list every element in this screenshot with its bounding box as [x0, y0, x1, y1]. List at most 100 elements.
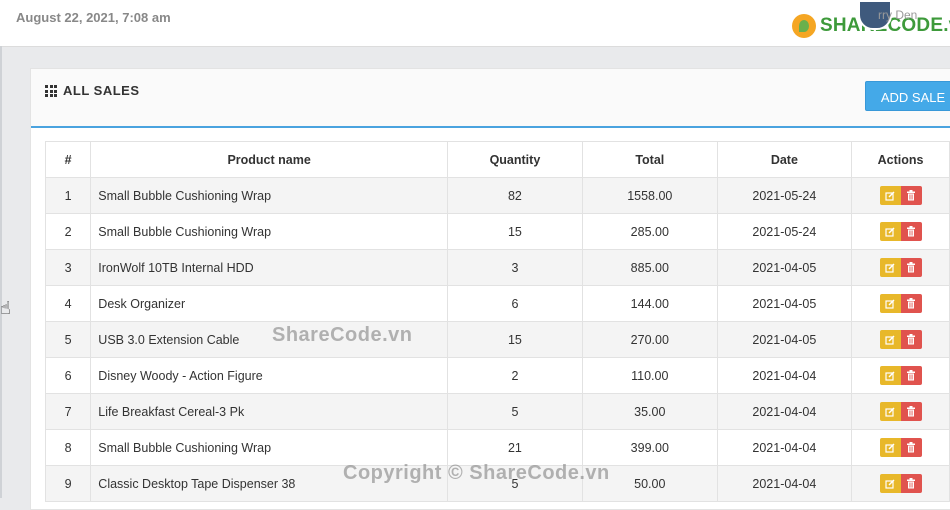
table-row: 3 IronWolf 10TB Internal HDD 3 885.00 2021-0…: [44, 249, 950, 286]
edit-button[interactable]: [879, 330, 901, 349]
table-row: 7 Life Breakfast Cereal-3 Pk 5 35.00 2021-04…: [44, 393, 950, 430]
delete-button[interactable]: [900, 186, 922, 205]
cell-product-name: IronWolf 10TB Internal HDD: [90, 249, 448, 286]
table-row: 4 Desk Organizer 6 144.00 2021-04-05: [44, 285, 950, 322]
action-button-group: [879, 366, 922, 385]
cell-date: 2021-04-04: [716, 393, 853, 430]
cell-actions: [851, 429, 950, 466]
column-header-product: Product name: [90, 141, 448, 178]
delete-button[interactable]: [900, 330, 922, 349]
delete-button[interactable]: [900, 222, 922, 241]
action-button-group: [879, 222, 922, 241]
cell-id: 6: [44, 357, 92, 394]
edit-button[interactable]: [879, 294, 901, 313]
cell-date: 2021-04-04: [716, 357, 853, 394]
cell-total: 285.00: [581, 213, 718, 250]
watermark-center: ShareCode.vn: [272, 324, 413, 346]
delete-button[interactable]: [900, 366, 922, 385]
cell-product-name: Small Bubble Cushioning Wrap: [90, 213, 448, 250]
sharecode-logo-icon: [792, 14, 816, 38]
edit-icon: [885, 407, 895, 417]
delete-button[interactable]: [900, 402, 922, 421]
cell-id: 5: [44, 321, 92, 358]
user-name[interactable]: rry Den: [878, 8, 917, 22]
cell-actions: [851, 321, 950, 358]
cell-quantity: 15: [446, 321, 583, 358]
cell-date: 2021-04-05: [716, 285, 853, 322]
cell-total: 885.00: [581, 249, 718, 286]
cell-date: 2021-04-04: [716, 429, 853, 466]
edit-button[interactable]: [879, 402, 901, 421]
cell-date: 2021-04-04: [716, 465, 853, 502]
edit-icon: [885, 191, 895, 201]
cell-date: 2021-04-05: [716, 249, 853, 286]
cell-product-name: Life Breakfast Cereal-3 Pk: [90, 393, 448, 430]
column-header-actions: Actions: [851, 141, 950, 178]
cell-date: 2021-05-24: [716, 177, 853, 214]
hand-cursor-icon: ☝: [0, 298, 11, 318]
cell-quantity: 3: [446, 249, 583, 286]
panel-title: ALL SALES: [63, 83, 140, 98]
cell-total: 399.00: [581, 429, 718, 466]
trash-icon: [907, 406, 916, 417]
action-button-group: [879, 294, 922, 313]
table-row: 6 Disney Woody - Action Figure 2 110.00 2021…: [44, 357, 950, 394]
watermark-bottom: Copyright © ShareCode.vn: [343, 462, 610, 484]
cell-quantity: 82: [446, 177, 583, 214]
edit-icon: [885, 443, 895, 453]
sales-table: # Product name Quantity Total Date Actio…: [44, 141, 950, 502]
cell-id: 1: [44, 177, 92, 214]
cell-id: 7: [44, 393, 92, 430]
cell-total: 110.00: [581, 357, 718, 394]
table-row: 5 USB 3.0 Extension Cable 15 270.00 2021-04-…: [44, 321, 950, 358]
action-button-group: [879, 330, 922, 349]
grid-icon: [45, 85, 57, 97]
edit-button[interactable]: [879, 366, 901, 385]
trash-icon: [907, 478, 916, 489]
trash-icon: [907, 442, 916, 453]
sidebar-edge: [0, 46, 2, 498]
table-row: 1 Small Bubble Cushioning Wrap 82 1558.00 20…: [44, 177, 950, 214]
cell-actions: [851, 393, 950, 430]
cell-actions: [851, 285, 950, 322]
cell-product-name: Small Bubble Cushioning Wrap: [90, 177, 448, 214]
cell-quantity: 6: [446, 285, 583, 322]
cell-id: 9: [44, 465, 92, 502]
edit-button[interactable]: [879, 186, 901, 205]
edit-button[interactable]: [879, 222, 901, 241]
cell-total: 270.00: [581, 321, 718, 358]
cell-product-name: Desk Organizer: [90, 285, 448, 322]
trash-icon: [907, 226, 916, 237]
delete-button[interactable]: [900, 294, 922, 313]
action-button-group: [879, 186, 922, 205]
edit-icon: [885, 335, 895, 345]
cell-actions: [851, 357, 950, 394]
cell-date: 2021-05-24: [716, 213, 853, 250]
edit-icon: [885, 479, 895, 489]
column-header-quantity: Quantity: [446, 141, 583, 178]
delete-button[interactable]: [900, 474, 922, 493]
edit-icon: [885, 263, 895, 273]
edit-button[interactable]: [879, 474, 901, 493]
edit-button[interactable]: [879, 258, 901, 277]
top-bar: August 22, 2021, 7:08 am SHARECODE.vn rr…: [0, 0, 950, 47]
table-row: 8 Small Bubble Cushioning Wrap 21 399.00 202…: [44, 429, 950, 466]
action-button-group: [879, 258, 922, 277]
add-sale-button[interactable]: ADD SALE: [865, 81, 950, 111]
cell-total: 144.00: [581, 285, 718, 322]
edit-button[interactable]: [879, 438, 901, 457]
edit-icon: [885, 299, 895, 309]
edit-icon: [885, 371, 895, 381]
cell-actions: [851, 213, 950, 250]
trash-icon: [907, 334, 916, 345]
edit-icon: [885, 227, 895, 237]
delete-button[interactable]: [900, 258, 922, 277]
action-button-group: [879, 474, 922, 493]
delete-button[interactable]: [900, 438, 922, 457]
cell-quantity: 15: [446, 213, 583, 250]
cell-actions: [851, 249, 950, 286]
action-button-group: [879, 402, 922, 421]
trash-icon: [907, 298, 916, 309]
action-button-group: [879, 438, 922, 457]
column-header-date: Date: [716, 141, 853, 178]
